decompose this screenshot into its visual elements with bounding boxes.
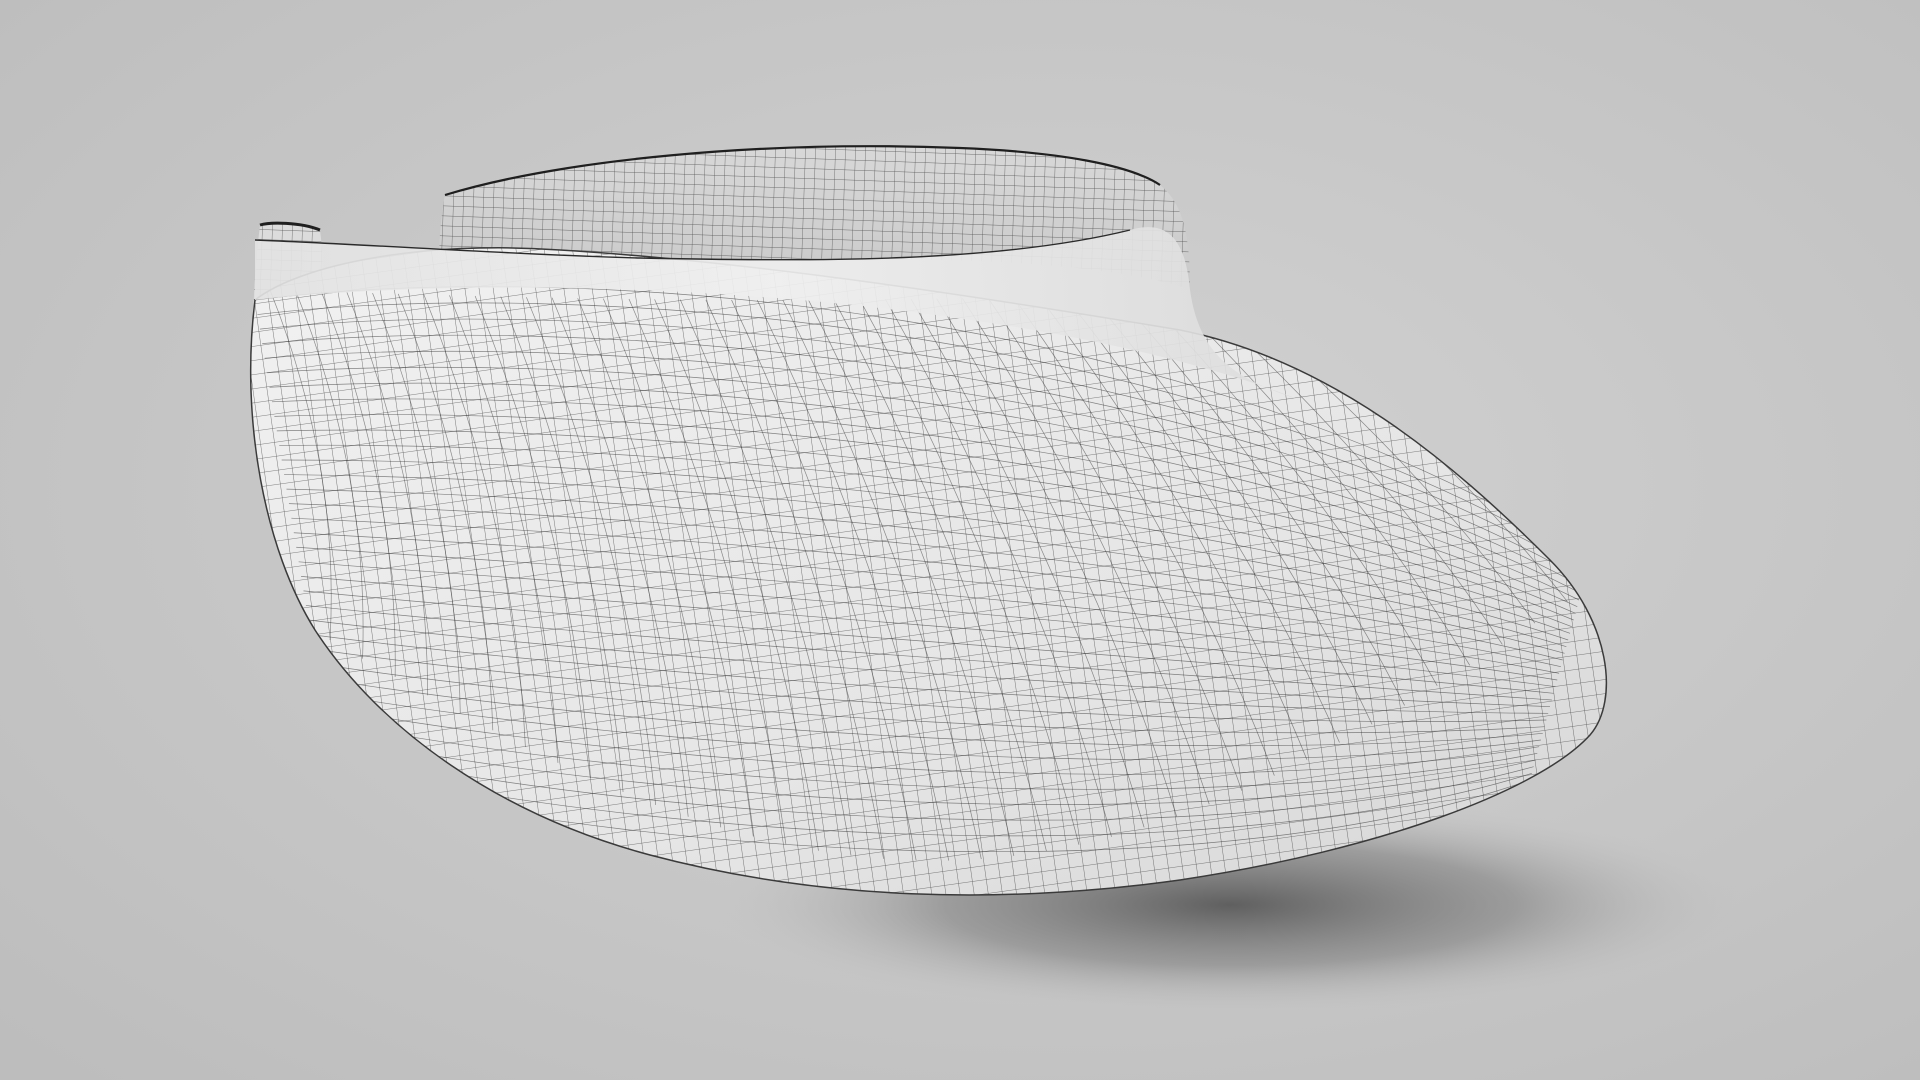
render-viewport: [0, 0, 1920, 1080]
render-canvas: [0, 0, 1920, 1080]
